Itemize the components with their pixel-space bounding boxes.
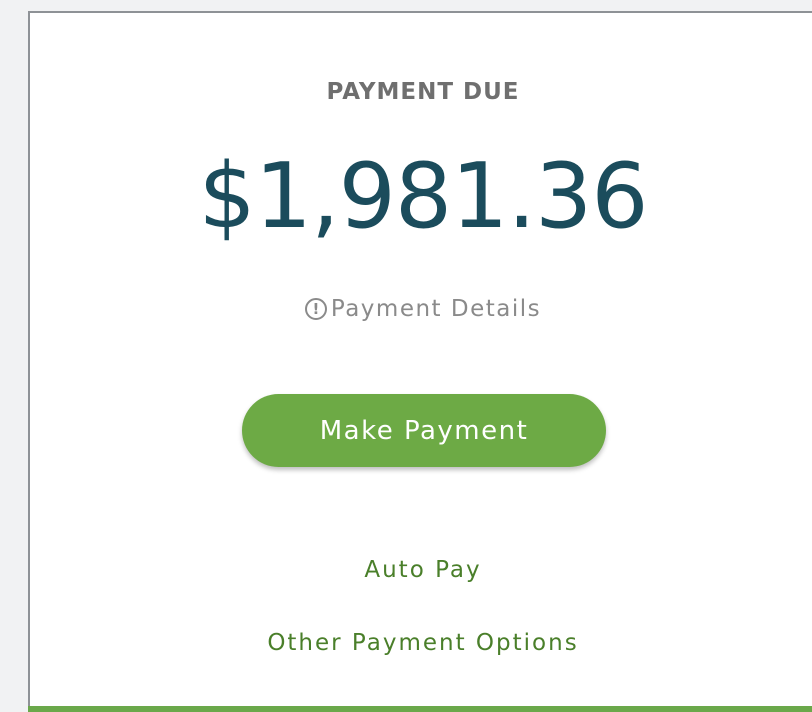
payment-card: PAYMENT DUE $1,981.36 ! Payment Details …	[28, 11, 812, 708]
payment-details-link[interactable]: ! Payment Details	[30, 296, 812, 322]
payment-due-title: PAYMENT DUE	[326, 79, 520, 105]
make-payment-button[interactable]: Make Payment	[242, 394, 606, 467]
payment-details-label: Payment Details	[330, 296, 542, 322]
auto-pay-link[interactable]: Auto Pay	[30, 557, 812, 583]
payment-amount: $1,981.36	[198, 144, 648, 249]
make-payment-label: Make Payment	[319, 415, 529, 446]
card-accent-bar	[28, 706, 812, 712]
other-payment-options-link[interactable]: Other Payment Options	[30, 630, 812, 656]
info-circle-icon: !	[304, 298, 327, 320]
